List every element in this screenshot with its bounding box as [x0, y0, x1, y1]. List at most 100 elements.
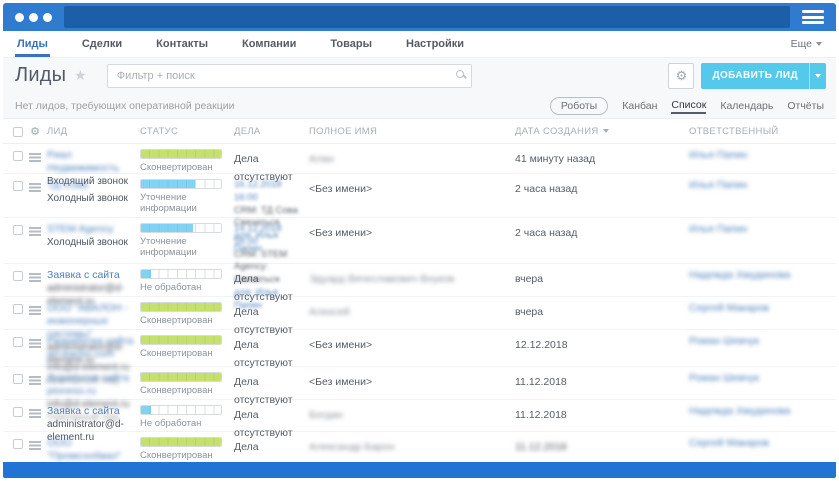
row-menu-icon[interactable] [29, 227, 41, 229]
status-label: Сконвертирован [140, 348, 213, 359]
responsible-link[interactable]: Надежда Хмудинова [689, 405, 836, 418]
lead-link[interactable]: Доработки сайта pioneso.ru [47, 372, 134, 398]
search-icon[interactable] [455, 69, 464, 78]
column-header-full-name[interactable]: ПОЛНОЕ ИМЯ [309, 126, 515, 137]
row-menu-icon[interactable] [29, 183, 41, 185]
hamburger-icon[interactable] [802, 10, 824, 24]
full-name: Алан [309, 153, 334, 165]
created-date: 12.12.2018 [515, 339, 568, 351]
table-row[interactable]: ТД Сова Холодный звонок Уточнение информ… [3, 174, 836, 254]
table-row[interactable]: Риал Недвижимость Входящий звонок Сконве… [3, 144, 836, 187]
row-menu-icon[interactable] [29, 339, 41, 341]
row-menu-icon[interactable] [29, 376, 41, 378]
status-progress-bar [140, 269, 222, 279]
row-menu-icon[interactable] [29, 409, 41, 411]
lead-link[interactable]: ООО "Промсообвал" [47, 437, 134, 463]
tab-settings[interactable]: Настройки [404, 31, 466, 57]
filter-search-input[interactable] [106, 63, 472, 88]
tab-contacts[interactable]: Контакты [154, 31, 210, 57]
full-name: Эдуард Вячеславович Внуков [309, 273, 455, 285]
status-progress-bar [140, 179, 222, 189]
row-menu-icon[interactable] [29, 153, 41, 155]
column-header-deals[interactable]: ДЕЛА [234, 126, 309, 137]
lead-link[interactable]: Риал Недвижимость [47, 149, 134, 175]
settings-gear-button[interactable]: ⚙ [668, 62, 695, 89]
created-date: 2 часа назад [515, 227, 578, 239]
deal-text: CRM: ТД Сова [234, 204, 298, 216]
columns-gear-icon[interactable]: ⚙ [30, 125, 40, 138]
page-title: Лиды [15, 64, 67, 86]
responsible-link[interactable]: Надежда Хмудинова [689, 269, 836, 282]
view-robots[interactable]: Роботы [549, 96, 609, 115]
app-menu-icon[interactable] [15, 12, 52, 22]
status-progress-bar [140, 149, 222, 159]
status-label: Уточнение информации [140, 192, 197, 214]
column-header-lead[interactable]: ЛИД [47, 126, 140, 137]
tab-companies[interactable]: Компании [240, 31, 298, 57]
lead-link[interactable]: ТД Сова [47, 179, 134, 192]
deal-text: Agency: [234, 261, 269, 273]
full-name: <Без имени> [309, 183, 373, 195]
status-progress-bar [140, 335, 222, 345]
row-checkbox[interactable] [13, 181, 23, 191]
row-checkbox[interactable] [13, 337, 23, 347]
lead-repeat-flag: Повторный лид [47, 412, 119, 424]
row-menu-icon[interactable] [29, 273, 41, 275]
table-row[interactable]: Доработки сайта pioneso.ru info@d-elemen… [3, 367, 836, 423]
row-checkbox[interactable] [13, 439, 23, 449]
status-progress-bar [140, 372, 222, 382]
tab-deals[interactable]: Сделки [80, 31, 124, 57]
row-checkbox[interactable] [13, 374, 23, 384]
view-calendar[interactable]: Календарь [720, 98, 773, 114]
view-list[interactable]: Список [671, 97, 707, 114]
status-progress-bar [140, 405, 222, 415]
table-row[interactable]: Разработка сайта art-bacho.com info@d-el… [3, 330, 836, 386]
responsible-link[interactable]: Сергей Макаров [689, 437, 836, 450]
lead-link[interactable]: Заявка с сайта [47, 269, 134, 282]
row-checkbox[interactable] [13, 304, 23, 314]
top-search-area[interactable] [64, 6, 790, 28]
responsible-link[interactable]: Роман Шевчук [689, 335, 836, 348]
status-message: Нет лидов, требующих оперативной реакции [15, 99, 235, 112]
column-header-created[interactable]: ДАТА СОЗДАНИЯ [515, 126, 689, 137]
deal-date-link[interactable]: 14.12.2018 18:00 [234, 223, 305, 249]
status-progress-bar [140, 437, 222, 447]
deal-assignee-link[interactable]: для: Илья Папин [234, 287, 305, 313]
row-checkbox[interactable] [13, 151, 23, 161]
row-checkbox[interactable] [13, 225, 23, 235]
column-header-responsible[interactable]: ОТВЕТСТВЕННЫЙ [689, 126, 836, 137]
favorite-star-icon[interactable]: ★ [74, 67, 87, 84]
table-row[interactable]: ООО "Промсообвал" info@d-element.ru Скон… [3, 432, 836, 475]
deals-text: Дела отсутствуют [234, 339, 293, 369]
select-all-checkbox[interactable] [13, 127, 23, 137]
created-date: 41 минуту назад [515, 153, 596, 165]
row-menu-icon[interactable] [29, 441, 41, 443]
add-lead-button[interactable]: ДОБАВИТЬ ЛИД [701, 62, 826, 89]
tab-products[interactable]: Товары [328, 31, 374, 57]
column-header-status[interactable]: СТАТУС [140, 126, 234, 137]
chevron-down-icon [815, 73, 821, 78]
row-menu-icon[interactable] [29, 306, 41, 308]
responsible-link[interactable]: Сергей Макаров [689, 302, 836, 315]
row-checkbox[interactable] [13, 407, 23, 417]
responsible-link[interactable]: Илья Папин [689, 179, 836, 192]
tab-leads[interactable]: Лиды [15, 31, 50, 57]
lead-email: info@d-element.ru [47, 399, 130, 411]
add-lead-dropdown[interactable] [809, 62, 826, 89]
view-kanban[interactable]: Канбан [622, 98, 657, 114]
status-label: Сконвертирован [140, 385, 213, 396]
responsible-link[interactable]: Илья Папин [689, 149, 836, 162]
responsible-link[interactable]: Илья Папин [689, 223, 836, 236]
lead-link[interactable]: STEM Agency [47, 223, 134, 236]
tab-more[interactable]: Еще [789, 31, 824, 57]
full-name: <Без имени> [309, 227, 373, 239]
deal-date-link[interactable]: 16.12.2018 16:00 [234, 179, 305, 205]
responsible-link[interactable]: Роман Шевчук [689, 372, 836, 385]
table-row[interactable]: STEM Agency Холодный звонок Уточнение ин… [3, 218, 836, 311]
lead-link[interactable]: Разработка сайта art-bacho.com [47, 335, 134, 361]
table-row[interactable]: ООО "АВАЛОН - инженерные системы" admini… [3, 297, 836, 366]
view-reports[interactable]: Отчёты [787, 98, 824, 114]
table-row[interactable]: Заявка с сайта administrator@d-element.r… [3, 264, 836, 307]
row-checkbox[interactable] [13, 271, 23, 281]
deal-text: Связаться [234, 274, 280, 286]
